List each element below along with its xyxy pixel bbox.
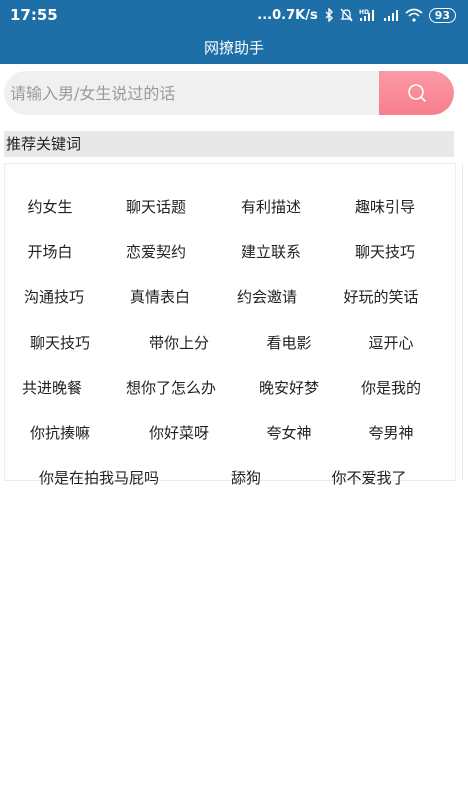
keyword-item[interactable]: 逗开心 (368, 328, 413, 358)
keyword-item[interactable]: 你好菜呀 (149, 418, 209, 448)
battery-icon: 93 (428, 7, 456, 23)
bluetooth-icon (325, 8, 333, 22)
keyword-item[interactable]: 看电影 (266, 328, 311, 358)
wifi-icon (405, 8, 423, 22)
panel-edge (462, 163, 468, 481)
keyword-item[interactable]: 趣味引导 (355, 192, 415, 222)
keyword-item[interactable]: 好玩的笑话 (343, 282, 418, 312)
keyword-row: 共进晚餐 想你了怎么办 晚安好梦 你是我的 (5, 373, 457, 403)
search-input[interactable] (4, 71, 376, 115)
keyword-row: 沟通技巧 真情表白 约会邀请 好玩的笑话 (5, 282, 457, 312)
network-speed: ...0.7K/s (257, 7, 318, 23)
keyword-item[interactable]: 真情表白 (130, 282, 190, 312)
keyword-row: 开场白 恋爱契约 建立联系 聊天技巧 (5, 237, 457, 267)
keyword-item[interactable]: 夸男神 (368, 418, 413, 448)
keyword-item[interactable]: 夸女神 (266, 418, 311, 448)
keyword-item[interactable]: 有利描述 (241, 192, 301, 222)
app-title-bar: 网撩助手 (0, 30, 468, 64)
keyword-item[interactable]: 建立联系 (241, 237, 301, 267)
keyword-item[interactable]: 开场白 (27, 237, 72, 267)
section-header-recommended: 推荐关键词 (4, 131, 454, 157)
keyword-item[interactable]: 聊天话题 (126, 192, 186, 222)
app-title: 网撩助手 (203, 38, 264, 57)
section-title: 推荐关键词 (6, 135, 82, 153)
keyword-item[interactable]: 聊天技巧 (30, 328, 90, 358)
search-bar (4, 71, 454, 115)
keyword-item[interactable]: 恋爱契约 (126, 237, 186, 267)
keyword-item[interactable]: 沟通技巧 (24, 282, 84, 312)
keyword-item[interactable]: 你是在拍我马屁吗 (39, 463, 159, 493)
keyword-item[interactable]: 聊天技巧 (355, 237, 415, 267)
keyword-item[interactable]: 晚安好梦 (259, 373, 319, 403)
status-time: 17:55 (10, 6, 58, 24)
hd-signal-icon: HD (359, 9, 374, 21)
keyword-row: 约女生 聊天话题 有利描述 趣味引导 (5, 192, 457, 222)
keyword-item[interactable]: 带你上分 (149, 328, 209, 358)
keyword-row: 你是在拍我马屁吗 舔狗 你不爱我了 (5, 463, 457, 493)
keyword-item[interactable]: 你不爱我了 (331, 463, 406, 493)
keyword-item[interactable]: 共进晚餐 (22, 373, 82, 403)
keyword-row: 你抗揍嘛 你好菜呀 夸女神 夸男神 (5, 418, 457, 448)
status-icons: ...0.7K/s HD 93 (257, 7, 456, 23)
status-bar: 17:55 ...0.7K/s HD 93 (0, 0, 468, 30)
keyword-item[interactable]: 你是我的 (361, 373, 421, 403)
search-button[interactable] (379, 71, 454, 115)
keyword-item[interactable]: 约女生 (27, 192, 72, 222)
keyword-row: 聊天技巧 带你上分 看电影 逗开心 (5, 328, 457, 358)
keyword-item[interactable]: 约会邀请 (237, 282, 297, 312)
search-icon (407, 84, 426, 102)
keyword-item[interactable]: 你抗揍嘛 (30, 418, 90, 448)
keyword-item[interactable]: 舔狗 (231, 463, 261, 493)
keyword-item[interactable]: 想你了怎么办 (126, 373, 216, 403)
signal-icon (383, 10, 398, 21)
svg-text:HD: HD (359, 9, 369, 16)
keyword-panel: 约女生 聊天话题 有利描述 趣味引导 开场白 恋爱契约 建立联系 聊天技巧 沟通… (4, 163, 457, 487)
mute-icon (340, 8, 353, 22)
